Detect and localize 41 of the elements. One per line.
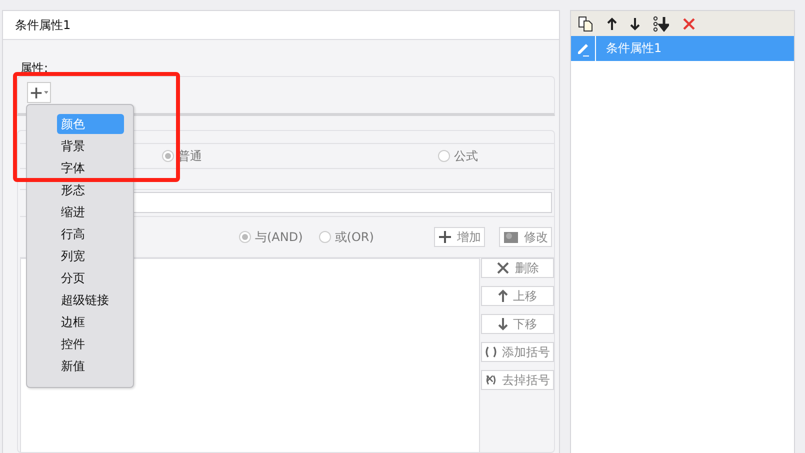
action-button[interactable]: 上移 bbox=[481, 286, 554, 306]
parentheses-cross-icon bbox=[485, 373, 497, 387]
caret-icon bbox=[44, 91, 48, 94]
menu-item[interactable]: 新值 bbox=[57, 359, 124, 373]
close-icon bbox=[496, 261, 510, 275]
plus-icon bbox=[30, 86, 43, 100]
action-button[interactable]: 修改 bbox=[499, 227, 552, 247]
copy-icon[interactable] bbox=[578, 16, 594, 32]
radio-button[interactable] bbox=[318, 231, 331, 243]
menu-item[interactable]: 背景 bbox=[57, 139, 124, 153]
action-button[interactable]: 下移 bbox=[481, 314, 554, 334]
plus-icon bbox=[438, 230, 452, 244]
radio-label: 普通 bbox=[178, 148, 202, 164]
radio-button[interactable] bbox=[239, 231, 251, 243]
action-button[interactable]: 添加括号 bbox=[481, 342, 554, 362]
menu-item[interactable]: 列宽 bbox=[57, 249, 124, 263]
menu-item[interactable]: 字体 bbox=[57, 161, 124, 175]
radio-label: 公式 bbox=[454, 148, 478, 164]
menu-item[interactable]: 分页 bbox=[57, 271, 124, 285]
radio-button[interactable] bbox=[438, 150, 450, 162]
arrow-up-icon[interactable] bbox=[607, 16, 617, 30]
arrow-down-icon bbox=[498, 317, 508, 331]
radio-button[interactable] bbox=[162, 150, 174, 162]
add-dropdown-button[interactable] bbox=[27, 82, 51, 103]
menu-item[interactable]: 缩进 bbox=[57, 205, 124, 219]
menu-item[interactable]: 超级链接 bbox=[57, 293, 124, 307]
action-button[interactable]: 删除 bbox=[481, 258, 554, 278]
move-bottom-icon[interactable] bbox=[653, 16, 669, 32]
radio-label: 与(AND) bbox=[255, 228, 303, 246]
arrow-up-icon bbox=[498, 289, 508, 303]
delete-icon[interactable] bbox=[682, 16, 696, 30]
panel-title: 条件属性1 bbox=[3, 11, 559, 40]
action-button[interactable]: 增加 bbox=[434, 227, 485, 247]
menu-item[interactable]: 边框 bbox=[57, 315, 124, 329]
arrow-down-icon[interactable] bbox=[630, 16, 640, 30]
menu-item[interactable]: 形态 bbox=[57, 183, 124, 197]
action-button[interactable]: 去掉括号 bbox=[481, 370, 554, 390]
radio-label: 或(OR) bbox=[334, 228, 374, 246]
parentheses-icon bbox=[485, 346, 497, 358]
menu-item[interactable]: 行高 bbox=[57, 227, 124, 241]
menu-item[interactable]: 控件 bbox=[57, 337, 124, 351]
